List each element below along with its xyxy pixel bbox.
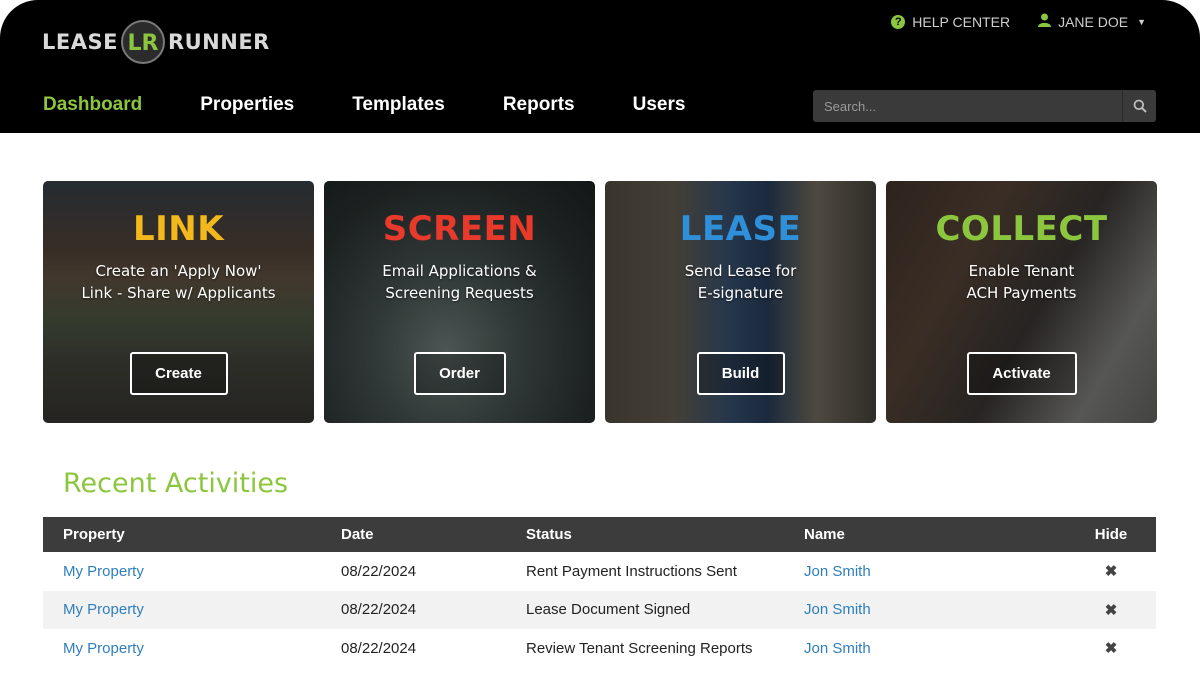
- search-input[interactable]: [813, 90, 1122, 122]
- card-screen[interactable]: SCREEN Email Applications & Screening Re…: [324, 181, 595, 423]
- property-link[interactable]: My Property: [63, 563, 144, 580]
- user-menu[interactable]: JANE DOE ▼: [1038, 13, 1146, 30]
- app-frame: LEASE LR RUNNER ? HELP CENTER JANE DOE ▼…: [0, 0, 1200, 675]
- table-row: My Property 08/22/2024 Rent Payment Inst…: [43, 552, 1156, 591]
- help-icon: ?: [891, 14, 906, 29]
- nav-users[interactable]: Users: [633, 94, 686, 116]
- card-link[interactable]: LINK Create an 'Apply Now' Link - Share …: [43, 181, 314, 423]
- card-link-description: Create an 'Apply Now' Link - Share w/ Ap…: [53, 260, 304, 304]
- card-collect-desc-line-1: Enable Tenant: [968, 262, 1075, 280]
- nav-reports[interactable]: Reports: [503, 94, 575, 116]
- card-collect-title: COLLECT: [935, 209, 1108, 249]
- card-screen-title: SCREEN: [382, 209, 537, 249]
- recent-activities-heading: Recent Activities: [63, 468, 289, 499]
- activity-date: 08/22/2024: [341, 639, 417, 657]
- nav-templates[interactable]: Templates: [352, 94, 445, 116]
- card-link-desc-line-2: Link - Share w/ Applicants: [81, 284, 276, 302]
- hide-close-icon[interactable]: ✖: [1105, 602, 1118, 619]
- activity-date: 08/22/2024: [341, 562, 417, 580]
- build-button[interactable]: Build: [696, 352, 785, 395]
- tenant-name-link[interactable]: Jon Smith: [804, 601, 871, 618]
- column-header-date: Date: [341, 517, 526, 552]
- nav-properties[interactable]: Properties: [200, 94, 294, 116]
- search-icon: [1133, 99, 1147, 113]
- table-row: My Property 08/22/2024 Lease Document Si…: [43, 590, 1156, 629]
- card-lease-description: Send Lease for E-signature: [615, 260, 866, 304]
- top-utility-links: ? HELP CENTER JANE DOE ▼: [891, 13, 1146, 30]
- activity-status: Rent Payment Instructions Sent: [526, 562, 737, 580]
- top-header: LEASE LR RUNNER ? HELP CENTER JANE DOE ▼…: [0, 0, 1200, 133]
- brand-logo[interactable]: LEASE LR RUNNER: [42, 18, 270, 66]
- column-header-status: Status: [526, 517, 804, 552]
- activity-status: Review Tenant Screening Reports: [526, 639, 753, 657]
- table-row: My Property 08/22/2024 Review Tenant Scr…: [43, 629, 1156, 668]
- card-screen-desc-line-2: Screening Requests: [385, 284, 534, 302]
- logo-mark-icon: LR: [120, 19, 166, 65]
- tenant-name-link[interactable]: Jon Smith: [804, 563, 871, 580]
- caret-down-icon: ▼: [1137, 16, 1146, 27]
- card-screen-description: Email Applications & Screening Requests: [334, 260, 585, 304]
- help-center-link[interactable]: ? HELP CENTER: [891, 14, 1010, 30]
- create-button[interactable]: Create: [129, 352, 228, 395]
- column-header-property: Property: [43, 517, 341, 552]
- table-header-row: Property Date Status Name Hide: [43, 517, 1156, 552]
- user-name: JANE DOE: [1058, 13, 1129, 30]
- property-link[interactable]: My Property: [63, 640, 144, 657]
- card-lease-title: LEASE: [679, 209, 802, 249]
- card-lease[interactable]: LEASE Send Lease for E-signature Build: [605, 181, 876, 423]
- activities-table: Property Date Status Name Hide My Proper…: [43, 517, 1156, 668]
- card-collect-description: Enable Tenant ACH Payments: [896, 260, 1147, 304]
- tenant-name-link[interactable]: Jon Smith: [804, 640, 871, 657]
- column-header-name: Name: [804, 517, 1066, 552]
- activity-date: 08/22/2024: [341, 590, 526, 629]
- nav-dashboard[interactable]: Dashboard: [43, 94, 142, 116]
- card-link-desc-line-1: Create an 'Apply Now': [95, 262, 262, 280]
- column-header-hide: Hide: [1066, 517, 1156, 552]
- user-icon: [1038, 13, 1052, 30]
- action-cards: LINK Create an 'Apply Now' Link - Share …: [43, 181, 1157, 423]
- activity-status: Lease Document Signed: [526, 590, 804, 629]
- property-link[interactable]: My Property: [63, 601, 144, 618]
- card-lease-desc-line-1: Send Lease for: [684, 262, 797, 280]
- activate-button[interactable]: Activate: [966, 352, 1077, 395]
- card-collect-desc-line-2: ACH Payments: [966, 284, 1077, 302]
- help-center-label: HELP CENTER: [912, 13, 1011, 30]
- logo-text-runner: RUNNER: [167, 30, 270, 54]
- hide-close-icon[interactable]: ✖: [1105, 640, 1118, 657]
- hide-close-icon[interactable]: ✖: [1105, 563, 1118, 580]
- search-box: [813, 90, 1156, 122]
- main-nav: Dashboard Properties Templates Reports U…: [43, 94, 685, 116]
- search-button[interactable]: [1122, 90, 1156, 122]
- logo-mark-text: LR: [127, 31, 158, 56]
- card-lease-desc-line-2: E-signature: [697, 284, 784, 302]
- card-screen-desc-line-1: Email Applications &: [382, 262, 537, 280]
- card-collect[interactable]: COLLECT Enable Tenant ACH Payments Activ…: [886, 181, 1157, 423]
- logo-text-lease: LEASE: [42, 30, 118, 54]
- order-button[interactable]: Order: [413, 352, 506, 395]
- card-link-title: LINK: [132, 209, 225, 249]
